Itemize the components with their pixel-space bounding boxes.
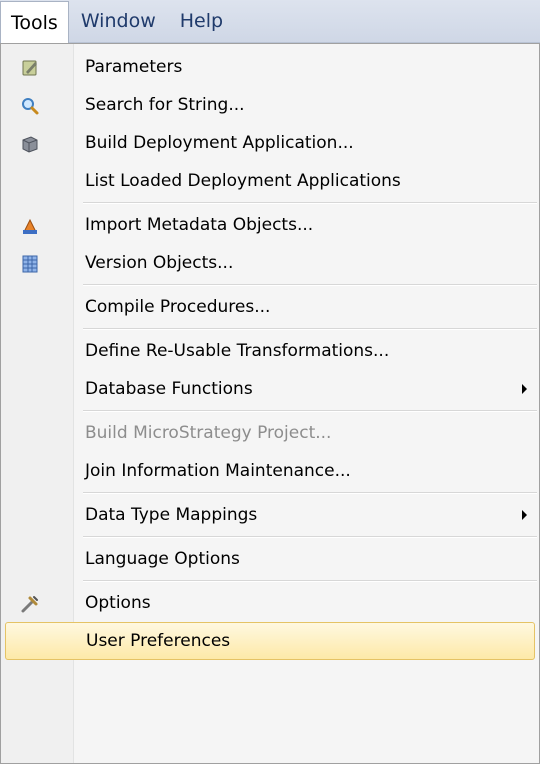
menu-item-compile-procedures[interactable]: Compile Procedures... bbox=[1, 288, 539, 326]
menu-help[interactable]: Help bbox=[168, 0, 235, 42]
menu-item-search-for-string[interactable]: Search for String... bbox=[1, 86, 539, 124]
submenu-arrow-icon bbox=[522, 384, 527, 394]
menu-item-label: Data Type Mappings bbox=[85, 505, 258, 525]
menu-item-database-functions[interactable]: Database Functions bbox=[1, 370, 539, 408]
menu-item-label: Define Re-Usable Transformations... bbox=[85, 341, 390, 361]
menu-item-label: Parameters bbox=[85, 57, 183, 77]
menu-item-list-loaded-deployment-applications[interactable]: List Loaded Deployment Applications bbox=[1, 162, 539, 200]
tools-dropdown-menu: Parameters Search for String... Build De… bbox=[0, 43, 540, 764]
menu-item-label: Join Information Maintenance... bbox=[85, 461, 351, 481]
parameters-icon bbox=[19, 57, 41, 79]
deployment-icon bbox=[19, 133, 41, 155]
menu-tools[interactable]: Tools bbox=[0, 1, 69, 43]
menu-separator bbox=[83, 328, 537, 330]
menu-item-label: Search for String... bbox=[85, 95, 245, 115]
menu-separator bbox=[83, 284, 537, 286]
menu-item-import-metadata-objects[interactable]: Import Metadata Objects... bbox=[1, 206, 539, 244]
menu-item-label: Version Objects... bbox=[85, 253, 234, 273]
menu-item-label: Build MicroStrategy Project... bbox=[85, 423, 332, 443]
menu-item-language-options[interactable]: Language Options bbox=[1, 540, 539, 578]
menu-item-version-objects[interactable]: Version Objects... bbox=[1, 244, 539, 282]
menu-item-build-microstrategy-project: Build MicroStrategy Project... bbox=[1, 414, 539, 452]
search-icon bbox=[19, 95, 41, 117]
menu-separator bbox=[83, 536, 537, 538]
menu-item-data-type-mappings[interactable]: Data Type Mappings bbox=[1, 496, 539, 534]
menu-item-label: User Preferences bbox=[86, 631, 231, 651]
version-icon bbox=[19, 253, 41, 275]
menu-item-user-preferences[interactable]: User Preferences bbox=[5, 622, 535, 660]
menu-item-label: Options bbox=[85, 593, 151, 613]
options-icon bbox=[19, 593, 41, 615]
menu-item-parameters[interactable]: Parameters bbox=[1, 48, 539, 86]
menu-item-define-reusable-transformations[interactable]: Define Re-Usable Transformations... bbox=[1, 332, 539, 370]
menu-item-label: Build Deployment Application... bbox=[85, 133, 354, 153]
menu-window[interactable]: Window bbox=[69, 0, 168, 42]
submenu-arrow-icon bbox=[522, 510, 527, 520]
menu-item-label: Language Options bbox=[85, 549, 240, 569]
menu-separator bbox=[83, 580, 537, 582]
menu-separator bbox=[83, 410, 537, 412]
menu-bar: Tools Window Help bbox=[0, 0, 540, 43]
menu-item-label: Database Functions bbox=[85, 379, 253, 399]
import-icon bbox=[19, 215, 41, 237]
menu-item-label: List Loaded Deployment Applications bbox=[85, 171, 401, 191]
menu-separator bbox=[83, 492, 537, 494]
menu-item-join-information-maintenance[interactable]: Join Information Maintenance... bbox=[1, 452, 539, 490]
menu-separator bbox=[83, 202, 537, 204]
menu-item-build-deployment-application[interactable]: Build Deployment Application... bbox=[1, 124, 539, 162]
menu-item-options[interactable]: Options bbox=[1, 584, 539, 622]
menu-item-label: Compile Procedures... bbox=[85, 297, 271, 317]
menu-item-label: Import Metadata Objects... bbox=[85, 215, 314, 235]
